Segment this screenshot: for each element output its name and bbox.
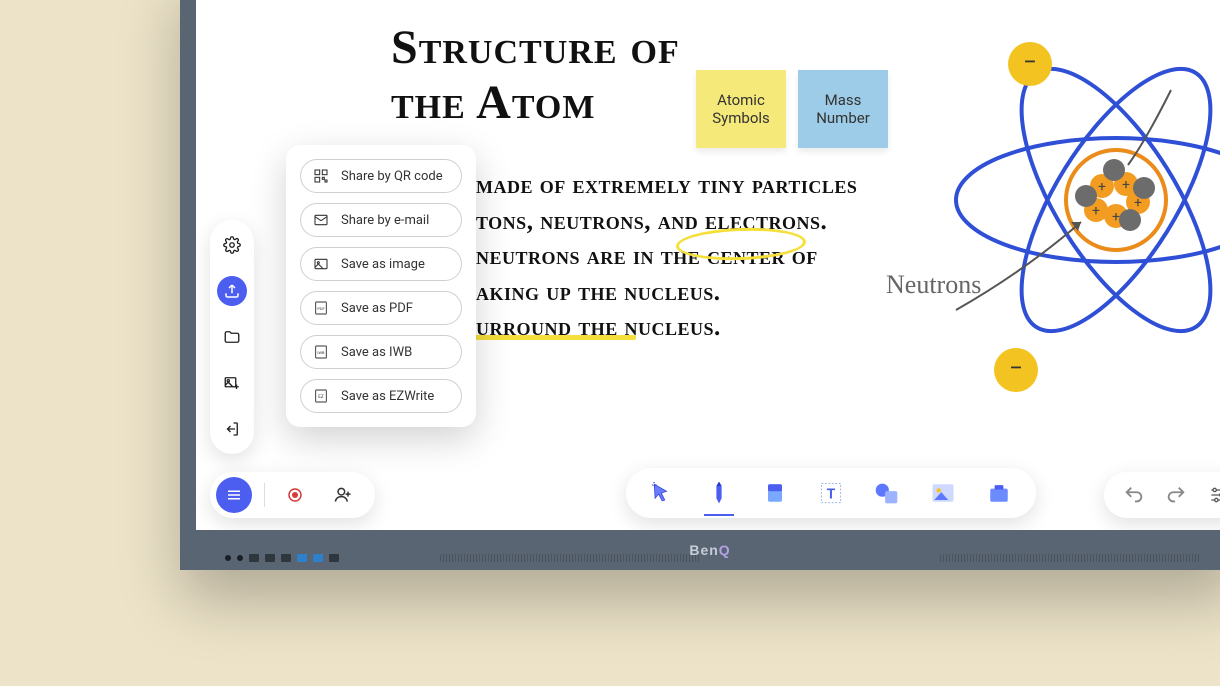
select-icon: [649, 479, 677, 507]
page-settings-button[interactable]: [1206, 478, 1220, 512]
share-item-label: Save as IWB: [341, 345, 412, 360]
image-icon: [313, 256, 329, 272]
canvas-title: Structure of the Atom: [391, 20, 680, 130]
share-menu: Share by QR code Share by e-mail Save as…: [286, 145, 476, 427]
exit-icon: [223, 420, 241, 438]
canvas-body-text: made of extremely tiny particles tons, n…: [476, 168, 857, 346]
share-item-label: Share by QR code: [341, 169, 443, 184]
eraser-tool[interactable]: [758, 476, 792, 510]
eraser-icon: [761, 479, 789, 507]
pdf-icon: PDF: [313, 300, 329, 316]
add-user-button[interactable]: [325, 477, 361, 513]
interactive-display: + + + + + − − Structure of the Atom made…: [180, 0, 1220, 570]
save-as-ezwrite[interactable]: EZ Save as EZWrite: [300, 379, 462, 413]
redo-icon: [1165, 484, 1187, 506]
shapes-icon: [872, 478, 902, 508]
brand-logo: BenQ: [689, 542, 730, 558]
add-user-icon: [333, 485, 353, 505]
share-item-label: Share by e-mail: [341, 213, 429, 228]
folder-button[interactable]: [217, 322, 247, 352]
share-item-label: Save as image: [341, 257, 425, 272]
ezwrite-icon: EZ: [313, 388, 329, 404]
side-toolbar: [210, 220, 254, 454]
annotation-neutrons: Neutrons: [886, 270, 981, 300]
sticky-label: Mass Number: [804, 91, 882, 127]
share-upload-icon: [223, 282, 241, 300]
document-tool[interactable]: [982, 476, 1016, 510]
save-as-image[interactable]: Save as image: [300, 247, 462, 281]
svg-text:PDF: PDF: [317, 306, 325, 311]
share-email[interactable]: Share by e-mail: [300, 203, 462, 237]
menu-button[interactable]: [216, 477, 252, 513]
text-icon: T: [817, 479, 845, 507]
svg-text:IWB: IWB: [317, 350, 325, 355]
svg-text:−: −: [1023, 48, 1037, 76]
divider: [264, 483, 265, 507]
add-image-button[interactable]: [217, 368, 247, 398]
svg-text:+: +: [1092, 203, 1100, 219]
qr-code-icon: [313, 168, 329, 184]
svg-text:+: +: [1112, 209, 1120, 225]
whiteboard-canvas[interactable]: + + + + + − − Structure of the Atom made…: [196, 0, 1220, 530]
svg-text:EZ: EZ: [318, 394, 324, 400]
add-image-icon: [223, 374, 241, 392]
redo-button[interactable]: [1164, 478, 1188, 512]
svg-text:−: −: [1009, 354, 1023, 382]
device-chin: BenQ: [180, 530, 1220, 570]
sticky-note-atomic-symbols[interactable]: Atomic Symbols: [696, 70, 786, 148]
svg-text:+: +: [1122, 177, 1130, 193]
record-icon: [286, 486, 304, 504]
settings-button[interactable]: [217, 230, 247, 260]
select-tool[interactable]: [646, 476, 680, 510]
save-as-pdf[interactable]: PDF Save as PDF: [300, 291, 462, 325]
undo-icon: [1123, 484, 1145, 506]
pen-icon: [705, 479, 733, 507]
bottom-right-toolbar: [1104, 472, 1220, 518]
mail-icon: [313, 212, 329, 228]
device-ports: [225, 554, 339, 562]
sliders-icon: [1208, 485, 1220, 505]
share-button[interactable]: [217, 276, 247, 306]
undo-button[interactable]: [1122, 478, 1146, 512]
svg-text:+: +: [1098, 179, 1106, 195]
folder-icon: [223, 328, 241, 346]
sticky-label: Atomic Symbols: [702, 91, 780, 127]
speaker-grille: [440, 554, 700, 562]
picture-icon: [929, 479, 957, 507]
pen-tool[interactable]: [702, 476, 736, 510]
speaker-grille: [940, 554, 1200, 562]
iwb-icon: IWB: [313, 344, 329, 360]
shapes-tool[interactable]: [870, 476, 904, 510]
record-button[interactable]: [277, 477, 313, 513]
svg-text:T: T: [827, 486, 836, 502]
share-qr-code[interactable]: Share by QR code: [300, 159, 462, 193]
save-as-iwb[interactable]: IWB Save as IWB: [300, 335, 462, 369]
briefcase-icon: [985, 479, 1013, 507]
gear-icon: [223, 236, 241, 254]
exit-button[interactable]: [217, 414, 247, 444]
sticky-note-mass-number[interactable]: Mass Number: [798, 70, 888, 148]
share-item-label: Save as EZWrite: [341, 389, 434, 404]
bottom-left-toolbar: [210, 472, 375, 518]
text-tool[interactable]: T: [814, 476, 848, 510]
atom-drawing: + + + + + − −: [926, 0, 1220, 410]
bottom-center-toolbar: T: [626, 468, 1036, 518]
hamburger-icon: [225, 486, 243, 504]
share-item-label: Save as PDF: [341, 301, 413, 316]
image-tool[interactable]: [926, 476, 960, 510]
